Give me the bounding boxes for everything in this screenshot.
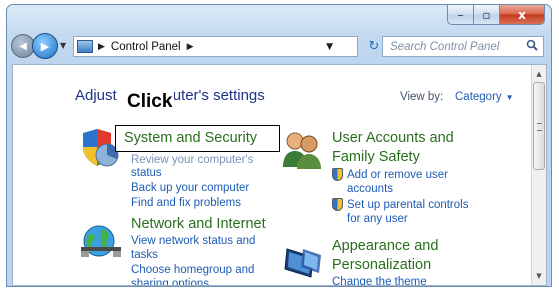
family-safety-title[interactable]: Family Safety [332, 148, 420, 166]
view-by-dropdown[interactable]: Category ▼ [455, 91, 514, 103]
control-panel-window: – ▫ x ◀ ▶ ▼ ▶ Control Panel ▶ ▼ ↻ Search… [6, 4, 552, 287]
view-by-label: View by: [400, 91, 444, 103]
scroll-down-icon[interactable]: ▼ [532, 269, 546, 283]
parental-controls-link[interactable]: Set up parental controls [347, 198, 468, 212]
breadcrumb-trailing-separator[interactable]: ▶ [187, 42, 194, 52]
network-status-link-cont[interactable]: tasks [131, 248, 158, 262]
users-icon[interactable] [281, 129, 323, 173]
add-remove-users-link[interactable]: Add or remove user [347, 168, 448, 182]
add-remove-users-link-cont[interactable]: accounts [347, 182, 393, 196]
appearance-icon[interactable] [281, 243, 325, 285]
maximize-button[interactable]: ▫ [474, 5, 500, 25]
close-button[interactable]: x [500, 5, 545, 25]
refresh-icon: ↻ [368, 39, 380, 54]
review-status-link[interactable]: Review your computer's [131, 153, 253, 167]
chevron-down-icon: ▼ [505, 93, 514, 102]
minimize-button[interactable]: – [447, 5, 474, 25]
recent-pages-dropdown[interactable]: ▼ [60, 41, 66, 50]
system-security-title[interactable]: System and Security [124, 129, 257, 147]
address-dropdown[interactable]: ▼ [326, 42, 333, 52]
globe-network-icon[interactable] [79, 221, 123, 267]
vertical-scrollbar[interactable]: ▲ ▼ [531, 65, 546, 285]
parental-controls-link-cont[interactable]: for any user [347, 212, 408, 226]
grip-icon [537, 123, 542, 131]
change-theme-link[interactable]: Change the theme [332, 275, 427, 285]
content-pane: Adjust uter's settings View by: Category ▼… [12, 64, 547, 286]
heading-right: uter's settings [172, 87, 265, 104]
back-arrow-icon: ◀ [19, 40, 27, 52]
find-fix-link[interactable]: Find and fix problems [131, 196, 241, 210]
address-bar[interactable]: ▶ Control Panel ▶ ▼ [73, 36, 358, 57]
magnifier-icon[interactable] [526, 39, 538, 54]
homegroup-link-cont[interactable]: sharing options [131, 277, 209, 285]
breadcrumb-separator[interactable]: ▶ [98, 42, 105, 52]
control-panel-icon [77, 40, 93, 53]
appearance-title[interactable]: Appearance and [332, 237, 438, 255]
shield-icon [332, 168, 343, 181]
network-status-link[interactable]: View network status and [131, 234, 255, 248]
scrollbar-thumb[interactable] [533, 82, 545, 170]
refresh-button[interactable]: ↻ [364, 36, 384, 57]
window-controls: – ▫ x [447, 5, 545, 25]
search-placeholder: Search Control Panel [390, 40, 500, 53]
scroll-up-icon[interactable]: ▲ [532, 67, 546, 81]
back-up-link[interactable]: Back up your computer [131, 181, 249, 195]
forward-arrow-icon: ▶ [40, 39, 50, 53]
shield-icon [332, 198, 343, 211]
breadcrumb-control-panel[interactable]: Control Panel [111, 41, 181, 53]
homegroup-link[interactable]: Choose homegroup and [131, 263, 254, 277]
review-status-link-cont[interactable]: status [131, 166, 162, 180]
forward-button[interactable]: ▶ [32, 33, 58, 59]
click-annotation: Click [125, 90, 175, 114]
personalization-title[interactable]: Personalization [332, 256, 431, 274]
navigation-bar: ◀ ▶ ▼ ▶ Control Panel ▶ ▼ ↻ Search Contr… [7, 31, 551, 61]
user-accounts-title[interactable]: User Accounts and [332, 129, 454, 147]
heading-left: Adjust [75, 87, 117, 104]
network-internet-title[interactable]: Network and Internet [131, 215, 266, 233]
view-by-value: Category [455, 91, 502, 103]
search-input[interactable]: Search Control Panel [382, 36, 544, 57]
